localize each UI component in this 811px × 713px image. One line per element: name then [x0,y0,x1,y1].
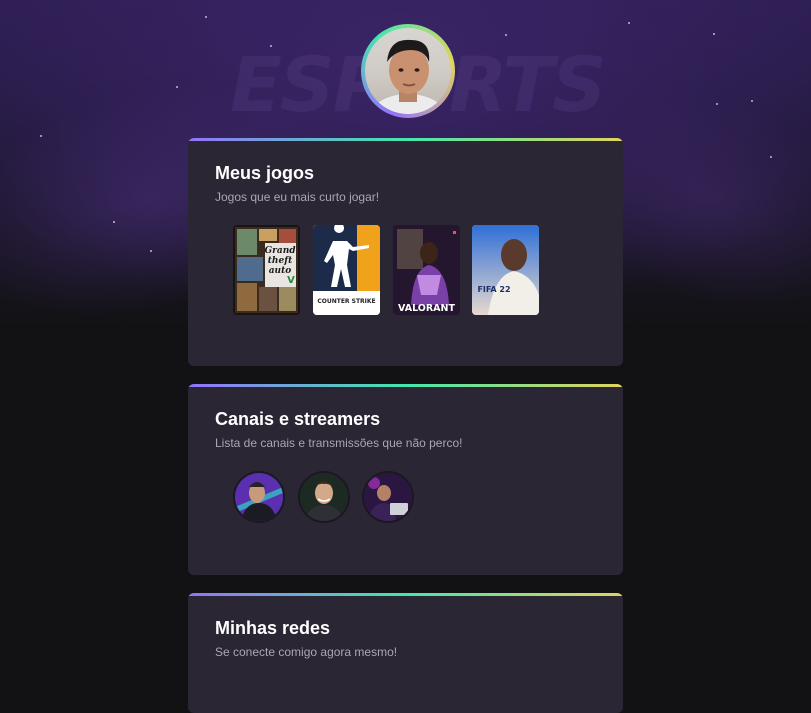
streamer-avatar-2-icon[interactable] [298,471,350,523]
star [176,86,178,88]
networks-card: Minhas redes Se conecte comigo agora mes… [188,593,623,713]
games-card-title: Meus jogos [215,163,315,183]
star [40,135,42,137]
gta-logo-line: theft [268,256,293,266]
streamer-avatar-3-icon[interactable] [362,471,414,523]
games-card-subtitle: Jogos que eu mais curto jogar! [215,190,380,204]
streamers-card-title: Canais e streamers [215,409,381,429]
user-avatar-icon [365,28,451,114]
star [751,100,753,102]
star [770,156,772,158]
game-cover-counter-strike[interactable]: COUNTER STRIKE [313,225,380,315]
profile-avatar[interactable] [361,24,455,118]
star [505,34,507,36]
streamers-card-subtitle: Lista de canais e transmissões que não p… [215,436,463,450]
streamer-avatar-1-icon[interactable] [233,471,285,523]
star [205,16,207,18]
cs-logo-text: COUNTER STRIKE [317,298,375,305]
game-cover-gta[interactable]: Grand theft auto V [233,225,300,315]
star [713,33,715,35]
networks-card-subtitle: Se conecte comigo agora mesmo! [215,645,398,659]
gta-logo-line: V [287,275,295,286]
star [716,103,718,105]
game-cover-fifa22[interactable]: FIFA 22 [472,225,539,315]
star [113,221,115,223]
star [628,22,630,24]
streamers-card: Canais e streamers Lista de canais e tra… [188,384,623,575]
valorant-logo-text: VALORANT [398,303,455,314]
fifa-logo-text: FIFA 22 [477,285,510,294]
games-card: Meus jogos Jogos que eu mais curto jogar… [188,138,623,366]
star [270,45,272,47]
networks-card-title: Minhas redes [215,618,331,638]
star [150,250,152,252]
gta-logo-line: Grand [264,246,296,256]
game-cover-valorant[interactable]: VALORANT [393,225,460,315]
